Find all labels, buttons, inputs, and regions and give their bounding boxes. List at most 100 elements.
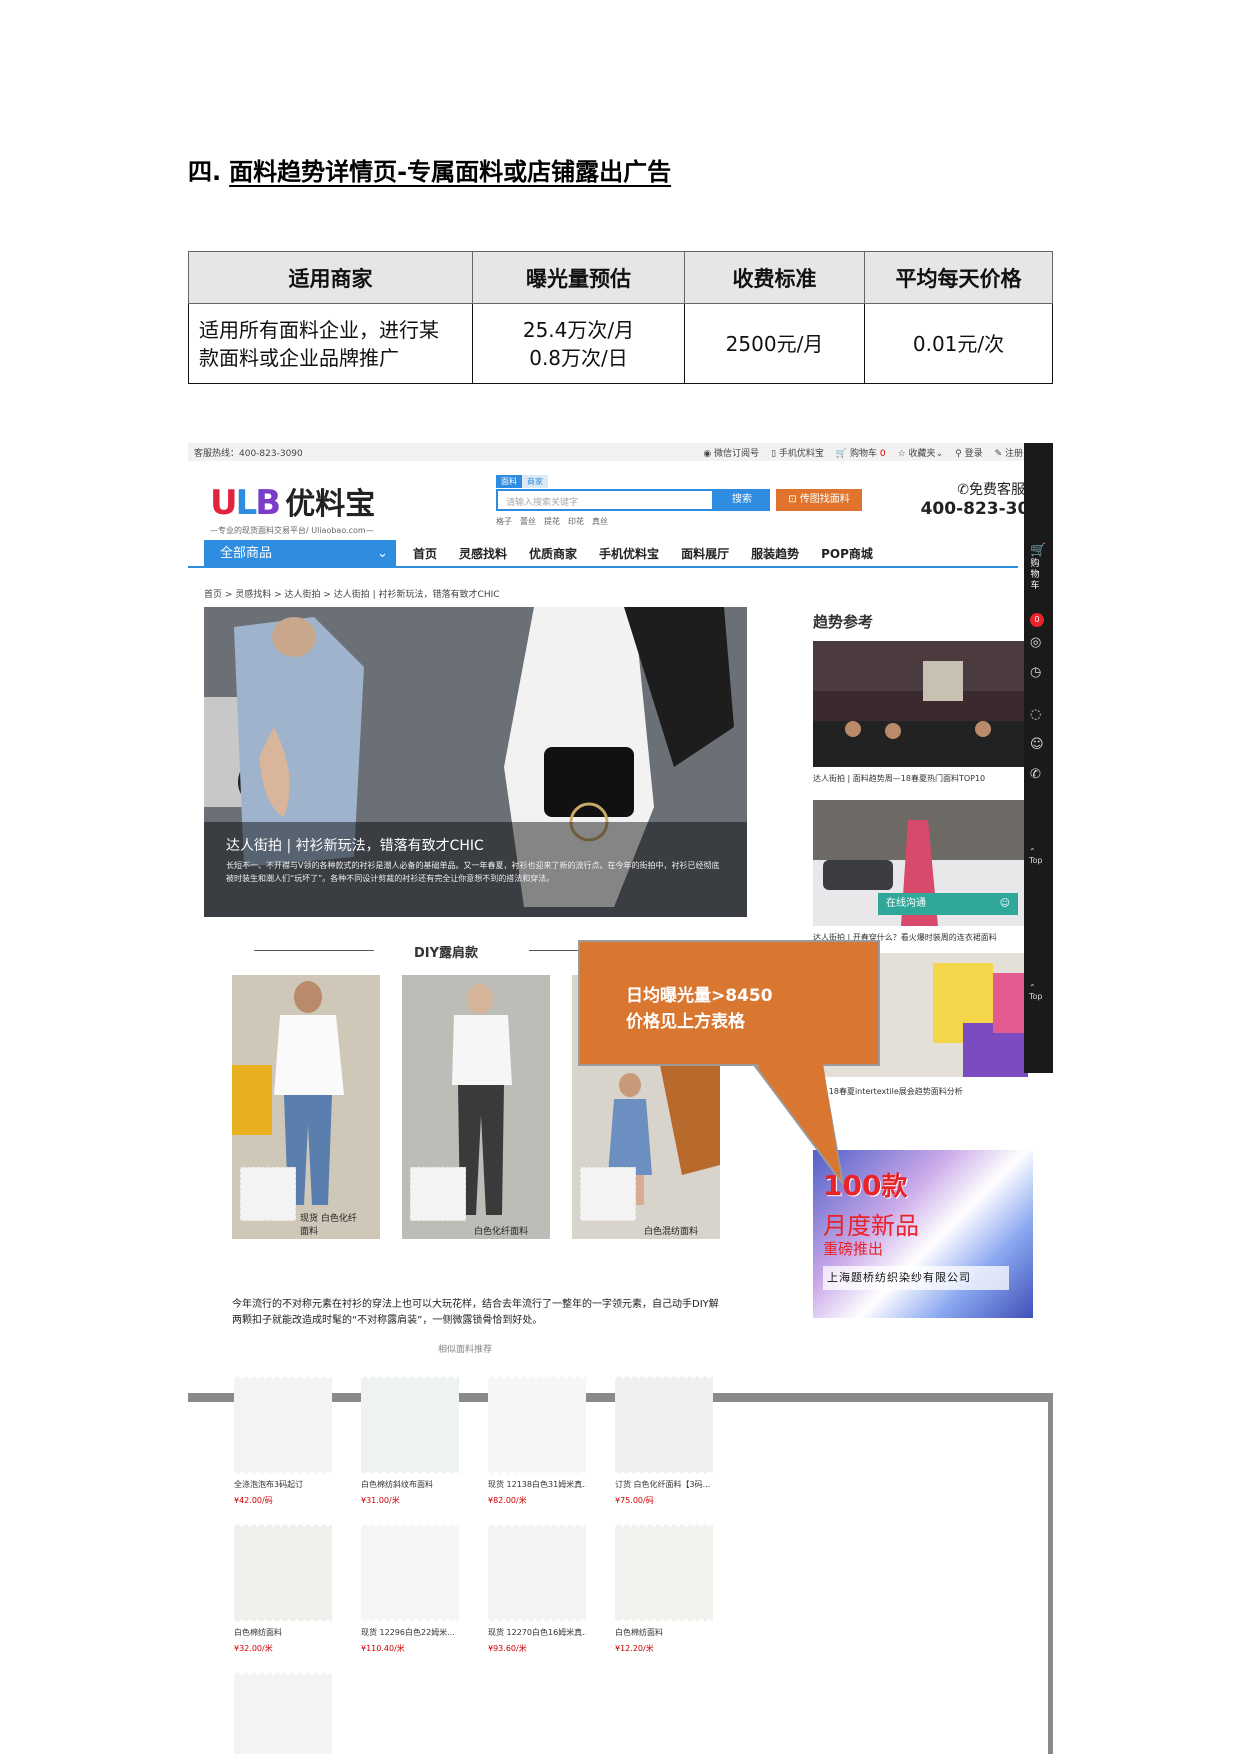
breadcrumb: 首页 > 灵感找料 > 达人街拍 > 达人街拍 | 衬衫新玩法，错落有致才CHI… xyxy=(204,590,500,600)
trend-heading: 趋势参考 xyxy=(813,613,874,631)
product-card[interactable]: 白色棉纺面料 ¥12.20/米 xyxy=(615,1524,713,1654)
look-caption: 现货 白色化纤 面料 xyxy=(300,1214,357,1237)
website-screenshot: 客服热线：400-823-3090 ◉ 微信订阅号 ▯ 手机优料宝 🛒 购物车 … xyxy=(188,443,1053,1754)
product-card[interactable]: 现货 12270白色16姆米真... ¥93.60/米 xyxy=(488,1524,586,1654)
cell-fee: 2500元/月 xyxy=(684,303,865,384)
cell-exposure: 25.4万次/月 0.8万次/日 xyxy=(472,303,685,384)
hero-image[interactable]: 达人街拍 | 衬衫新玩法，错落有致才CHIC 长短不一、不开襟与V领的各种款式的… xyxy=(204,607,747,917)
product-card[interactable]: 订货 白色化纤面料【3码... ¥75.00/码 xyxy=(615,1376,713,1506)
logo-name: 优料宝 xyxy=(285,487,376,522)
product-card[interactable]: 白色棉纺面料 ¥32.00/米 xyxy=(234,1524,332,1654)
product-price: ¥75.00/码 xyxy=(615,1496,654,1505)
product-card[interactable]: 现货 12296白色22姆米... ¥110.40/米 xyxy=(361,1524,459,1654)
back-to-top-button[interactable]: ⌃ Top xyxy=(1029,983,1043,1001)
product-name: 白色棉纺面料 xyxy=(234,1628,282,1637)
section-heading: 四. 面料趋势详情页-专属面料或店铺露出广告 xyxy=(188,152,671,187)
nav-item[interactable]: POP商城 xyxy=(821,540,873,568)
online-chat-button[interactable]: 在线沟通 ☺ xyxy=(878,893,1018,915)
table-header-row: 适用商家 曝光量预估 收费标准 平均每天价格 xyxy=(188,251,1053,304)
wechat-link[interactable]: ◉ 微信订阅号 xyxy=(703,446,759,459)
nav-item[interactable]: 服装趋势 xyxy=(751,540,799,568)
chat-bubble-icon[interactable]: ◌ xyxy=(1030,707,1041,722)
hotline-text: 客服热线：400-823-3090 xyxy=(194,449,303,459)
trend-caption[interactable]: 达人街拍 | 面料趋势周—18春夏热门面料TOP10 xyxy=(813,773,985,784)
section-number: 四. xyxy=(188,158,222,186)
hero-title: 达人街拍 | 衬衫新玩法，错落有致才CHIC xyxy=(226,838,484,854)
tab-fabric[interactable]: 面料 xyxy=(496,475,522,488)
hotword[interactable]: 格子 xyxy=(496,516,512,527)
trend-image[interactable] xyxy=(813,641,1028,767)
product-image xyxy=(361,1376,459,1474)
product-price: ¥93.60/米 xyxy=(488,1644,527,1653)
tab-merchant[interactable]: 商家 xyxy=(522,475,548,488)
floating-sidebar: 🛒 购物车 0 ◎ ◷ ◌ ☺ ✆ ⌃ Top ⌃ Top xyxy=(1024,443,1053,1073)
smile-icon[interactable]: ☺ xyxy=(1030,737,1044,752)
register-link[interactable]: ✎ 注册 xyxy=(995,446,1023,459)
product-image xyxy=(234,1524,332,1622)
camera-icon[interactable]: ◎ xyxy=(1030,635,1041,650)
page-divider-vertical xyxy=(1048,1398,1053,1754)
cart-link[interactable]: 🛒 购物车 0 xyxy=(836,446,886,459)
col-exposure: 曝光量预估 xyxy=(472,251,685,304)
clock-icon[interactable]: ◷ xyxy=(1030,665,1041,680)
product-image xyxy=(234,1376,332,1474)
search-input[interactable]: 请输入搜索关键字 xyxy=(496,489,714,511)
nav-item[interactable]: 优质商家 xyxy=(529,540,577,568)
nav-item[interactable]: 首页 xyxy=(413,540,437,568)
sidebar-cart-label[interactable]: 购物车 xyxy=(1029,559,1041,592)
search-tabs: 面料 商家 xyxy=(496,475,548,488)
mobile-link[interactable]: ▯ 手机优料宝 xyxy=(771,446,824,459)
product-image xyxy=(488,1524,586,1622)
all-products-menu[interactable]: 全部商品 ⌄ xyxy=(204,540,396,568)
site-logo[interactable]: ULB 优料宝 —专业的现货面料交易平台/ Uliaobao.com— xyxy=(210,479,375,536)
look-caption: 白色化纤面料 xyxy=(474,1227,529,1237)
chat-icon: ☺ xyxy=(999,898,1010,909)
trend-caption[interactable]: 拍 | 18春夏intertextile展会趋势面料分析 xyxy=(813,1086,963,1097)
similar-fabrics-title: 相似面料推荐 xyxy=(438,1345,493,1355)
col-merchant: 适用商家 xyxy=(188,251,473,304)
exposure-monthly: 25.4万次/月 xyxy=(522,317,635,342)
hotword[interactable]: 真丝 xyxy=(592,516,608,527)
table-row: 适用所有面料企业，进行某 款面料或企业品牌推广 25.4万次/月 0.8万次/日… xyxy=(188,303,1053,384)
merchant-line2: 款面料或企业品牌推广 xyxy=(199,345,399,370)
product-price: ¥110.40/米 xyxy=(361,1644,405,1653)
favorites-link[interactable]: ☆ 收藏夹⌄ xyxy=(898,446,944,459)
main-nav: 全部商品 ⌄ 首页 灵感找料 优质商家 手机优料宝 面料展厅 服装趋势 POP商城 xyxy=(188,540,1018,568)
cart-count-badge: 0 xyxy=(1030,613,1044,627)
pricing-table: 适用商家 曝光量预估 收费标准 平均每天价格 适用所有面料企业，进行某 款面料或… xyxy=(188,251,1053,384)
phone-icon[interactable]: ✆ xyxy=(1030,767,1041,782)
cell-daily-price: 0.01元/次 xyxy=(864,303,1053,384)
back-to-top-button[interactable]: ⌃ Top xyxy=(1029,847,1043,865)
product-card[interactable]: 全涤泡泡布3码起订 ¥42.00/码 xyxy=(234,1376,332,1506)
hotword[interactable]: 提花 xyxy=(544,516,560,527)
look-card[interactable]: 现货 白色化纤 面料 xyxy=(232,975,380,1239)
ad-line3: 重磅推出 xyxy=(823,1240,884,1258)
product-name: 现货 12296白色22姆米... xyxy=(361,1628,455,1637)
look-card[interactable]: 白色化纤面料 xyxy=(402,975,550,1239)
trend-photo xyxy=(813,641,1028,767)
nav-item[interactable]: 手机优料宝 xyxy=(599,540,659,568)
nav-item[interactable]: 面料展厅 xyxy=(681,540,729,568)
image-search-button[interactable]: ⊡ 传图找面料 xyxy=(776,489,862,511)
product-price: ¥32.00/米 xyxy=(234,1644,273,1653)
login-link[interactable]: ⚲ 登录 xyxy=(955,446,982,459)
callout-line1: 日均曝光量>8450 xyxy=(626,986,773,1006)
product-price: ¥31.00/米 xyxy=(361,1496,400,1505)
callout-line2: 价格见上方表格 xyxy=(626,1012,745,1032)
fabric-swatch xyxy=(580,1167,636,1221)
hotword[interactable]: 印花 xyxy=(568,516,584,527)
hotword[interactable]: 蕾丝 xyxy=(520,516,536,527)
cart-icon[interactable]: 🛒 xyxy=(1030,543,1046,558)
nav-item[interactable]: 灵感找料 xyxy=(459,540,507,568)
product-card[interactable]: 白色棉纺斜纹布面料 ¥31.00/米 xyxy=(361,1376,459,1506)
logo-slogan: —专业的现货面料交易平台/ Uliaobao.com— xyxy=(210,526,374,535)
product-card[interactable]: 现货 12138白色31姆米真... ¥82.00/米 xyxy=(488,1376,586,1506)
product-name: 全涤泡泡布3码起订 xyxy=(234,1480,304,1489)
search-button[interactable]: 搜索 xyxy=(714,489,770,511)
product-image xyxy=(488,1376,586,1474)
product-card[interactable] xyxy=(234,1672,332,1754)
look-caption: 白色混纺面料 xyxy=(644,1227,699,1237)
product-name: 现货 12270白色16姆米真... xyxy=(488,1628,586,1637)
product-image xyxy=(234,1672,332,1754)
advertisement-banner[interactable]: 100款 月度新品 重磅推出 上海题桥纺织染纱有限公司 xyxy=(813,1150,1033,1318)
